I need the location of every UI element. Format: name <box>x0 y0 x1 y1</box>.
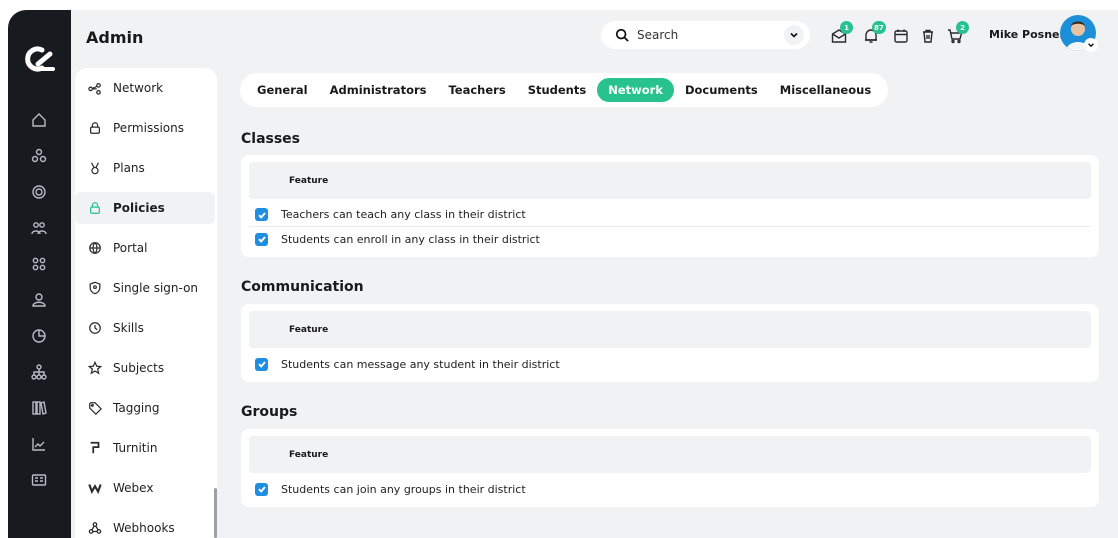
section-title-groups: Groups <box>241 404 298 420</box>
sidebar-item-label: Plans <box>113 161 145 175</box>
sidebar-item-webhooks[interactable]: Webhooks <box>75 512 215 538</box>
webex-icon <box>87 480 103 496</box>
user-icon[interactable] <box>29 290 49 310</box>
tab-administrators[interactable]: Administrators <box>319 78 438 102</box>
home-icon[interactable] <box>29 110 49 130</box>
cart-badge: 2 <box>956 21 969 34</box>
sidebar-item-tagging[interactable]: Tagging <box>75 392 215 424</box>
sidebar-item-label: Webex <box>113 481 154 495</box>
sidebar-item-plans[interactable]: Plans <box>75 152 215 184</box>
checkbox[interactable] <box>255 208 268 221</box>
sidebar-item-subjects[interactable]: Subjects <box>75 352 215 384</box>
row-label: Students can message any student in thei… <box>281 357 560 371</box>
table-header: Feature <box>249 162 1091 199</box>
bell-badge: 87 <box>872 21 886 34</box>
sidebar-item-single-sign-on[interactable]: Single sign-on <box>75 272 215 304</box>
sidebar-item-portal[interactable]: Portal <box>75 232 215 264</box>
check-icon <box>257 361 266 368</box>
chevron-down-icon[interactable] <box>1084 38 1098 52</box>
star-icon <box>87 360 103 376</box>
user-name[interactable]: Mike Posner <box>989 28 1065 41</box>
row-label: Teachers can teach any class in their di… <box>281 208 526 221</box>
sidebar-item-network[interactable]: Network <box>75 72 215 104</box>
table-row: Students can message any student in thei… <box>249 352 1091 376</box>
row-label: Students can join any groups in their di… <box>281 482 526 496</box>
sidebar-item-turnitin[interactable]: Turnitin <box>75 432 215 464</box>
search-placeholder: Search <box>637 28 679 42</box>
sidebar-scrollbar[interactable] <box>214 488 217 538</box>
tab-general[interactable]: General <box>246 78 319 102</box>
shield-icon <box>87 280 103 296</box>
tab-miscellaneous[interactable]: Miscellaneous <box>769 78 882 102</box>
target-icon[interactable] <box>29 182 49 202</box>
sidebar-item-label: Turnitin <box>113 441 158 455</box>
table-row: Students can join any groups in their di… <box>249 477 1091 501</box>
trend-icon[interactable] <box>29 434 49 454</box>
settings-sidebar: Network Permissions Plans Policies Porta… <box>75 68 217 538</box>
users-icon[interactable] <box>29 218 49 238</box>
sidebar-item-label: Portal <box>113 241 148 255</box>
globe-icon <box>87 240 103 256</box>
logo-icon <box>25 46 55 72</box>
chevron-down-icon[interactable] <box>784 25 804 45</box>
page-title: Admin <box>86 28 144 47</box>
section-title-classes: Classes <box>241 131 301 147</box>
sidebar-item-webex[interactable]: Webex <box>75 472 215 504</box>
row-label: Students can enroll in any class in thei… <box>281 232 540 246</box>
lock-icon <box>87 200 103 216</box>
table-row: Students can enroll in any class in thei… <box>249 227 1091 251</box>
tab-network[interactable]: Network <box>597 78 674 102</box>
table-row: Teachers can teach any class in their di… <box>249 203 1091 227</box>
sidebar-item-permissions[interactable]: Permissions <box>75 112 215 144</box>
sidebar-item-label: Webhooks <box>113 521 175 535</box>
sidebar-item-skills[interactable]: Skills <box>75 312 215 344</box>
lock-icon <box>87 120 103 136</box>
sidebar-item-label: Single sign-on <box>113 281 199 295</box>
medal-icon <box>87 160 103 176</box>
modules-icon[interactable] <box>29 146 49 166</box>
table-header: Feature <box>249 436 1091 473</box>
check-icon <box>257 236 266 243</box>
mail-badge: 1 <box>840 21 853 34</box>
sidebar-item-label: Permissions <box>113 121 184 135</box>
sidebar-item-label: Policies <box>113 201 165 215</box>
check-icon <box>257 211 266 219</box>
communication-card: Feature Students can message any student… <box>241 304 1099 382</box>
table-header: Feature <box>249 311 1091 348</box>
library-icon[interactable] <box>29 398 49 418</box>
turnitin-icon <box>87 440 103 456</box>
nav-rail <box>8 10 71 538</box>
check-icon <box>257 486 266 493</box>
tab-bar: General Administrators Teachers Students… <box>240 73 889 107</box>
tab-teachers[interactable]: Teachers <box>437 78 516 102</box>
sidebar-item-label: Skills <box>113 321 144 335</box>
grid-icon[interactable] <box>29 254 49 274</box>
section-title-communication: Communication <box>241 279 364 295</box>
tab-documents[interactable]: Documents <box>674 78 769 102</box>
sidebar-item-label: Network <box>113 81 164 95</box>
groups-card: Feature Students can join any groups in … <box>241 429 1099 507</box>
sidebar-item-label: Subjects <box>113 361 165 375</box>
search-input[interactable]: Search <box>601 21 810 49</box>
checkbox[interactable] <box>255 232 268 246</box>
search-icon <box>615 28 629 42</box>
pie-chart-icon[interactable] <box>29 326 49 346</box>
webhook-icon <box>87 520 103 536</box>
sidebar-item-label: Tagging <box>113 401 160 415</box>
sidebar-item-policies[interactable]: Policies <box>75 192 215 224</box>
hierarchy-icon[interactable] <box>29 362 49 382</box>
checkbox[interactable] <box>255 482 268 496</box>
calendar-icon[interactable] <box>893 28 909 44</box>
tab-students[interactable]: Students <box>517 78 598 102</box>
id-card-icon[interactable] <box>29 470 49 490</box>
network-icon <box>87 80 103 96</box>
trash-icon[interactable] <box>920 28 936 44</box>
classes-card: Feature Teachers can teach any class in … <box>241 155 1099 257</box>
checkbox[interactable] <box>255 357 268 371</box>
tag-icon <box>87 400 103 416</box>
clock-icon <box>87 320 103 336</box>
